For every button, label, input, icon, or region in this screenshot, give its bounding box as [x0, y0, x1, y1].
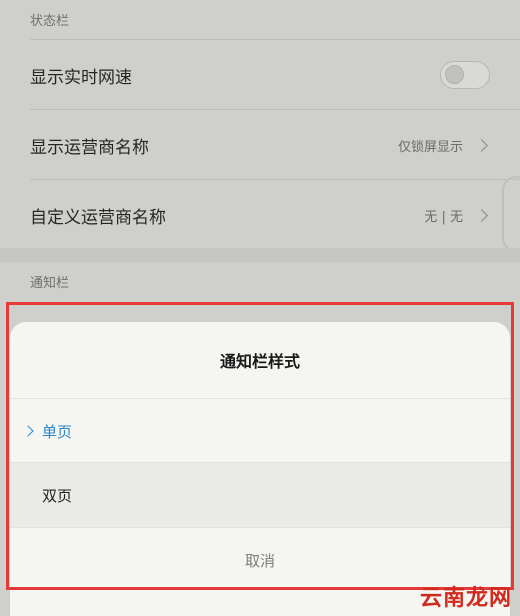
settings-page: 状态栏 显示实时网速 显示运营商名称 仅锁屏显示 自定义运营商名称 无 | 无 …	[0, 0, 520, 616]
row-label: 显示实时网速	[30, 67, 132, 88]
chevron-right-icon	[475, 138, 488, 152]
scroll-indicator	[502, 176, 520, 252]
row-value: 无 | 无	[424, 209, 463, 225]
chevron-right-icon	[475, 208, 488, 222]
row-label: 显示运营商名称	[30, 137, 149, 158]
row-value: 仅锁屏显示	[397, 139, 463, 155]
section-separator	[0, 248, 520, 262]
row-realtime-network-speed[interactable]: 显示实时网速	[0, 40, 520, 110]
row-show-carrier-name[interactable]: 显示运营商名称 仅锁屏显示	[0, 110, 520, 180]
section-header-notification-bar: 通知栏	[30, 276, 70, 291]
row-label: 自定义运营商名称	[30, 207, 166, 228]
toggle-knob	[445, 65, 464, 84]
watermark-logo: 云南龙网	[419, 585, 512, 611]
highlight-frame	[6, 302, 514, 590]
row-custom-carrier-name[interactable]: 自定义运营商名称 无 | 无	[0, 180, 520, 250]
section-header-status-bar: 状态栏	[30, 14, 70, 29]
realtime-speed-toggle[interactable]	[440, 61, 490, 89]
